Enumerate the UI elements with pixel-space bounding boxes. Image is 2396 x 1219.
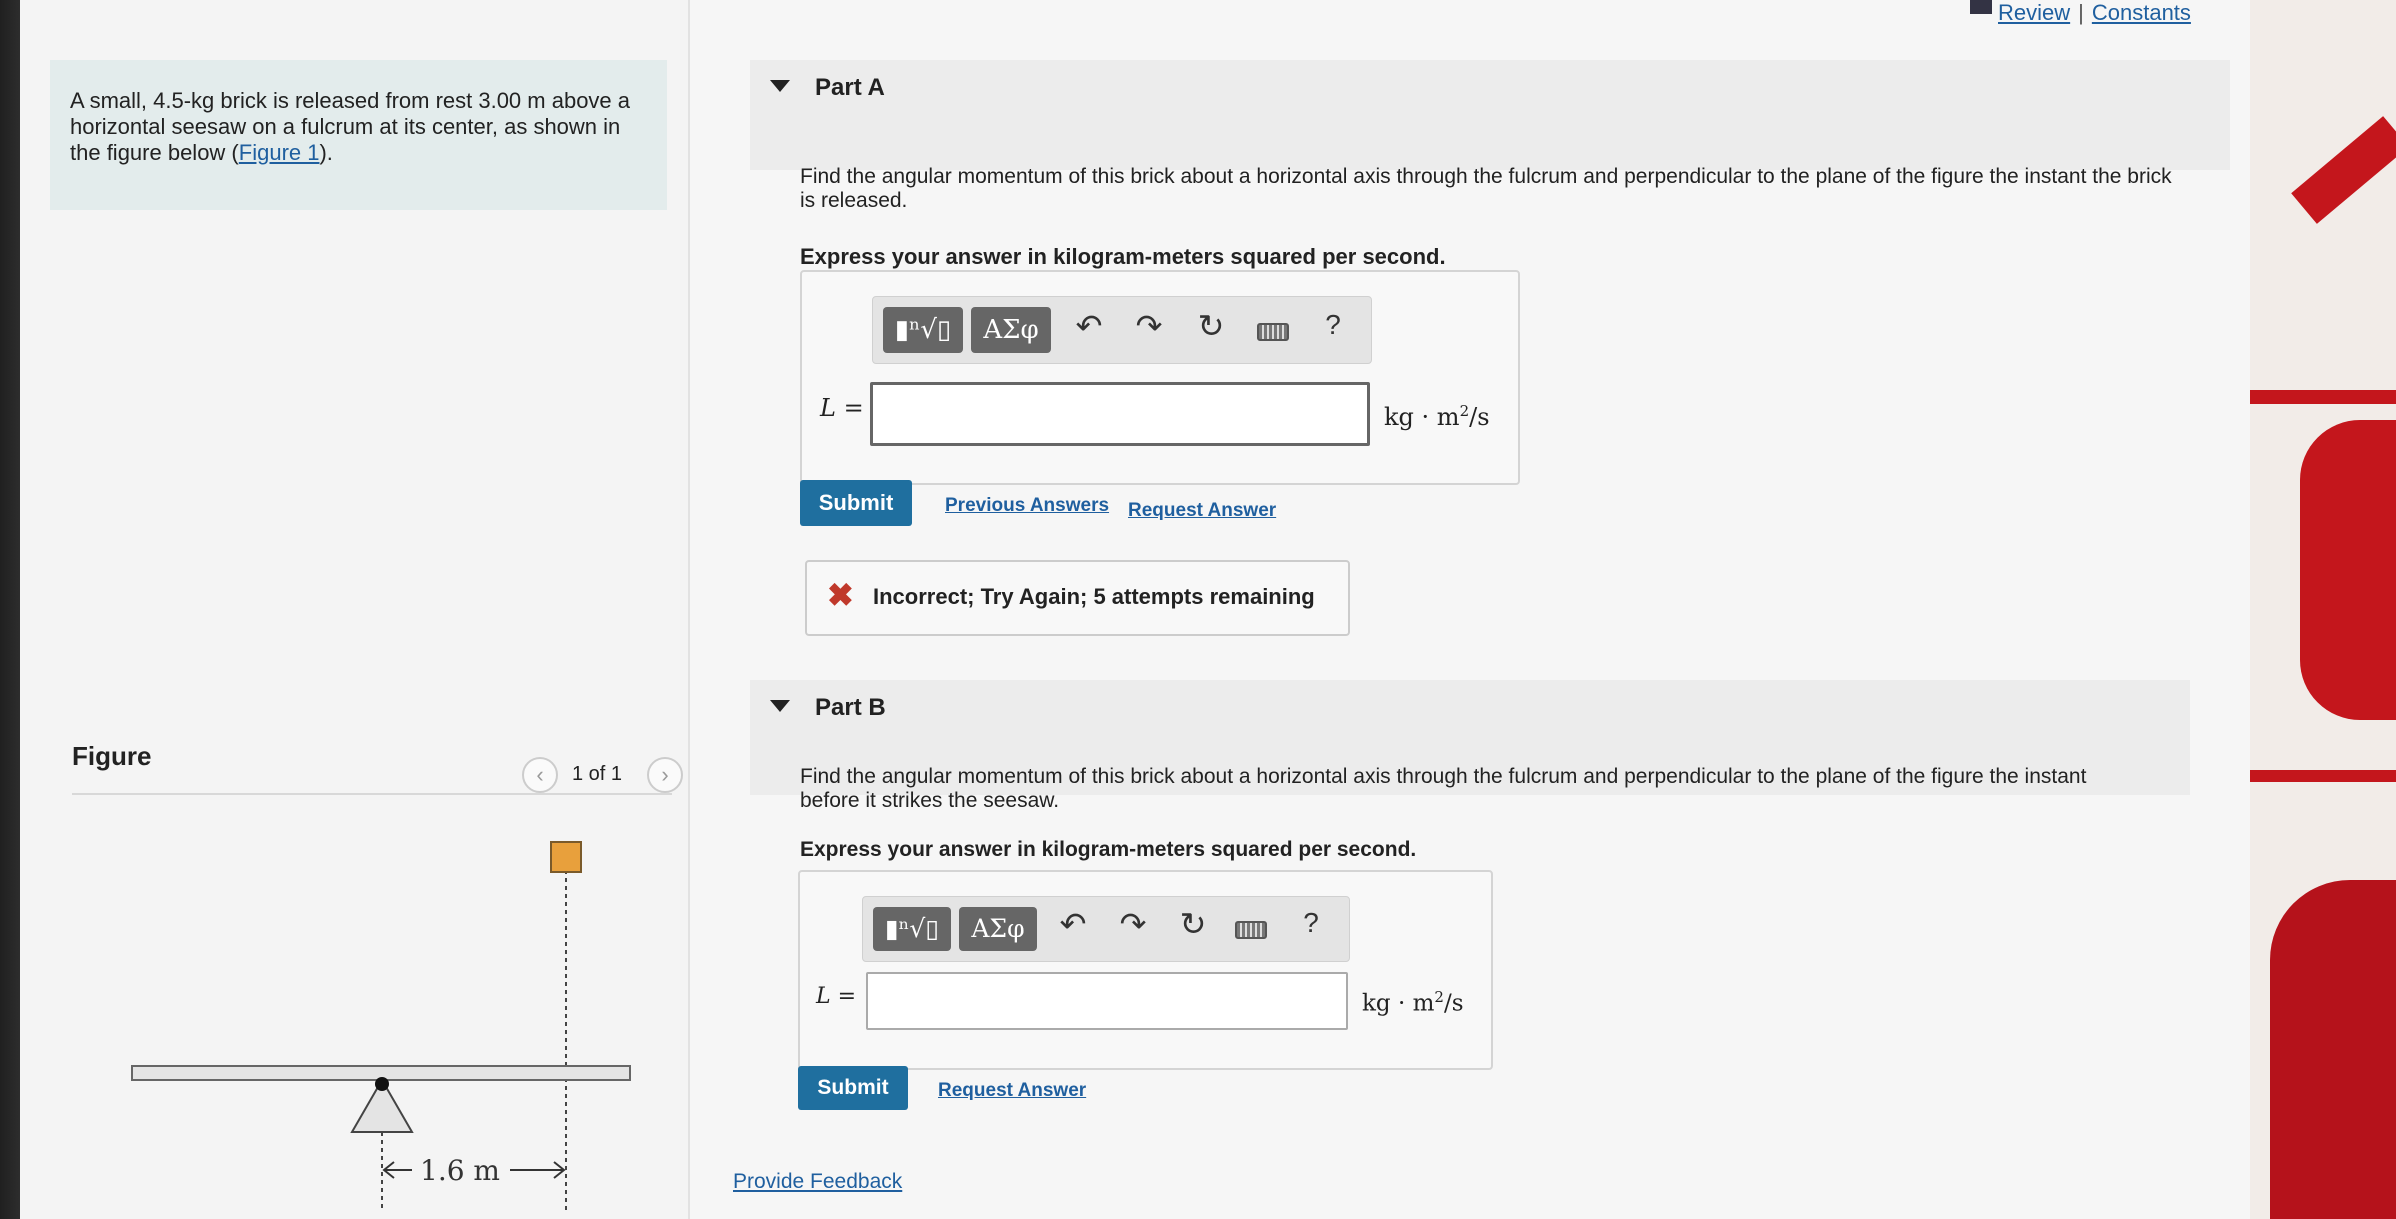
template-button[interactable]: ▮ⁿ√▯ [873, 907, 951, 951]
redo-icon[interactable]: ↷ [1129, 307, 1169, 345]
seesaw-figure: 1.6 m [131, 841, 631, 1210]
part-b-request-answer-link[interactable]: Request Answer [938, 1080, 1086, 1102]
greek-symbols-button[interactable]: ΑΣφ [959, 907, 1037, 951]
greek-symbols-button[interactable]: ΑΣφ [971, 307, 1051, 353]
collapse-triangle-icon[interactable] [770, 700, 790, 712]
keyboard-icon[interactable] [1257, 323, 1289, 341]
redo-icon[interactable]: ↷ [1113, 905, 1153, 943]
part-b-title: Part B [815, 694, 886, 721]
figure-link[interactable]: Figure 1 [239, 140, 320, 165]
part-b-question: Find the angular momentum of this brick … [800, 765, 2087, 812]
previous-answers-link[interactable]: Previous Answers [945, 495, 1109, 517]
part-a-submit-button[interactable]: Submit [800, 480, 912, 526]
template-button[interactable]: ▮ⁿ√▯ [883, 307, 963, 353]
incorrect-feedback: ✖ Incorrect; Try Again; 5 attempts remai… [805, 560, 1350, 636]
math-toolbar: ▮ⁿ√▯ ΑΣφ ↶ ↷ ↻ ? [872, 296, 1372, 364]
problem-statement: A small, 4.5-kg brick is released from r… [50, 60, 667, 210]
background-poster [2230, 0, 2396, 1219]
part-b-answer-box: ▮ⁿ√▯ ΑΣφ ↶ ↷ ↻ ? L = kg · m2/s [798, 870, 1493, 1070]
help-icon[interactable]: ? [1291, 907, 1331, 939]
part-a-answer-box: ▮ⁿ√▯ ΑΣφ ↶ ↷ ↻ ? L = kg · m2/s [800, 270, 1520, 485]
constants-link[interactable]: Constants [2092, 0, 2191, 25]
figure-header: Figure ‹ 1 of 1 › [72, 735, 683, 795]
part-a-unit: kg · m2/s [1384, 402, 1490, 431]
part-a-express: Express your answer in kilogram-meters s… [800, 244, 1446, 269]
provide-feedback-link[interactable]: Provide Feedback [733, 1170, 902, 1194]
part-b-submit-button[interactable]: Submit [798, 1066, 908, 1110]
undo-icon[interactable]: ↶ [1053, 905, 1093, 943]
link-separator: | [2078, 0, 2084, 25]
feedback-message: Incorrect; Try Again; 5 attempts remaini… [873, 584, 1315, 609]
part-b-unit: kg · m2/s [1362, 988, 1464, 1017]
part-a-variable-label: L = [820, 394, 864, 422]
undo-icon[interactable]: ↶ [1069, 307, 1109, 345]
review-link[interactable]: Review [1998, 0, 2070, 25]
chevron-left-icon[interactable]: ‹ [522, 757, 558, 793]
part-a-header[interactable]: Part A [750, 60, 2230, 170]
part-a-answer-input[interactable] [870, 382, 1370, 446]
figure-counter: 1 of 1 [572, 763, 623, 785]
question-area: Review | Constants Part A Find the angular… [710, 0, 2250, 1219]
dimension-label: 1.6 m [420, 1154, 500, 1187]
keyboard-icon[interactable] [1235, 921, 1267, 939]
error-x-icon: ✖ [827, 577, 854, 613]
math-toolbar: ▮ⁿ√▯ ΑΣφ ↶ ↷ ↻ ? [862, 896, 1350, 962]
problem-text-end: ). [319, 140, 333, 165]
chevron-right-icon[interactable]: › [647, 757, 683, 793]
part-b-answer-input[interactable] [866, 972, 1348, 1030]
top-links: Review | Constants [1970, 0, 2191, 26]
help-icon[interactable]: ? [1313, 309, 1353, 341]
browser-page: A small, 4.5-kg brick is released from r… [20, 0, 2250, 1219]
part-a-question: Find the angular momentum of this brick … [800, 165, 2172, 212]
part-a-request-answer-link[interactable]: Request Answer [1128, 500, 1276, 522]
pivot-point [375, 1077, 389, 1091]
part-a-title: Part A [815, 74, 885, 101]
review-icon [1970, 0, 1992, 14]
collapse-triangle-icon[interactable] [770, 80, 790, 92]
figure-title: Figure [72, 741, 152, 771]
part-b-variable-label: L = [816, 984, 857, 1009]
problem-panel: A small, 4.5-kg brick is released from r… [20, 0, 690, 1219]
reset-icon[interactable]: ↻ [1191, 307, 1231, 345]
part-b-express: Express your answer in kilogram-meters s… [800, 838, 1417, 861]
reset-icon[interactable]: ↻ [1173, 905, 1213, 943]
problem-text: A small, 4.5-kg brick is released from r… [70, 88, 631, 165]
brick [550, 841, 582, 873]
